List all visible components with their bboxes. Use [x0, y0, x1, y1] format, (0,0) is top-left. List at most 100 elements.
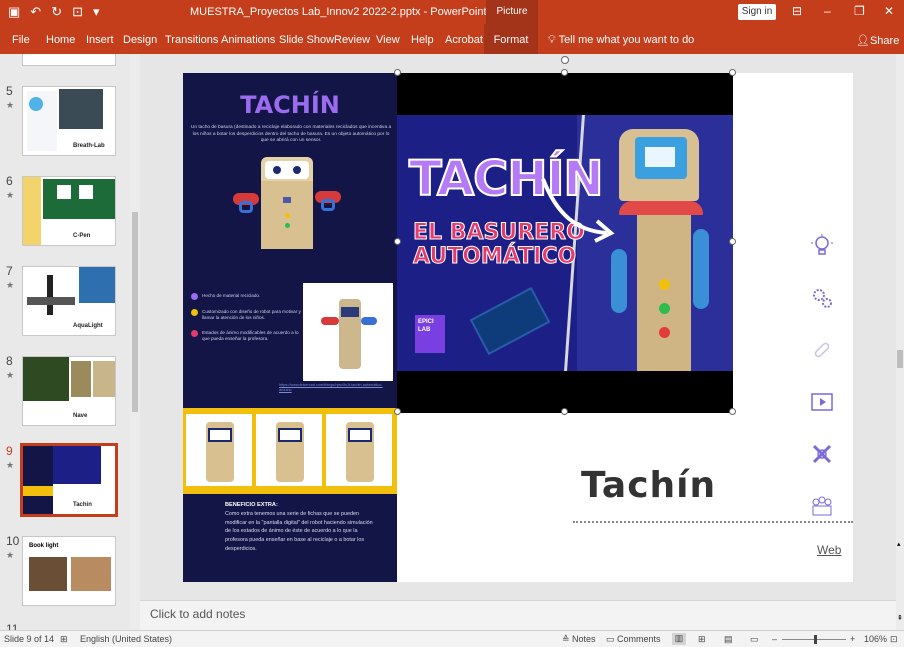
- resize-handle-e[interactable]: [729, 238, 736, 245]
- feature-list: Hecho de material reciclado. Customizado…: [191, 293, 301, 351]
- mood-card: [256, 414, 322, 486]
- editor-scrollbar[interactable]: ▴ ⇞: [896, 54, 904, 630]
- title-bar: ▣ ↶ ↻ ⊡ ▾ MUESTRA_Proyectos Lab_Innov2 2…: [0, 0, 904, 41]
- present-icon[interactable]: ⊡: [72, 4, 83, 20]
- undo-icon[interactable]: ↶: [30, 4, 41, 20]
- resize-handle-sw[interactable]: [394, 408, 401, 415]
- tab-home[interactable]: Home: [46, 34, 75, 46]
- fit-to-window-icon[interactable]: ⊡: [890, 634, 898, 645]
- rotate-handle[interactable]: [561, 56, 569, 64]
- slide-thumbnail-pane: 5 ★ Breath-Lab 6 ★ C-Pen 7 ★ AquaLight 8…: [0, 54, 140, 630]
- editor-scrollbar-thumb[interactable]: [897, 350, 903, 368]
- share-button[interactable]: 👤︎Share: [856, 34, 899, 47]
- mood-cards-strip: [183, 408, 397, 494]
- tab-file[interactable]: File: [12, 34, 30, 46]
- thumb-slide-6[interactable]: C-Pen: [22, 176, 116, 246]
- thumb-caption: Book light: [29, 543, 59, 549]
- restore-icon[interactable]: ❐: [854, 4, 865, 18]
- resize-handle-se[interactable]: [729, 408, 736, 415]
- notes-toggle[interactable]: ≙ Notes: [562, 634, 596, 645]
- redo-icon[interactable]: ↻: [51, 4, 62, 20]
- lightbulb-icon: 💡︎: [548, 34, 556, 46]
- minimize-icon[interactable]: –: [824, 4, 831, 18]
- thumb-number: 6: [6, 174, 13, 188]
- comments-toggle-label: Comments: [617, 634, 661, 644]
- feature-item: Customizado con diseño de robot para mot…: [191, 309, 301, 321]
- tab-insert[interactable]: Insert: [86, 34, 114, 46]
- ribbon-display-icon[interactable]: ⊟: [792, 4, 802, 18]
- tab-view[interactable]: View: [376, 34, 400, 46]
- thumb-slide-7[interactable]: AquaLight: [22, 266, 116, 336]
- thumbnail-scrollbar-thumb[interactable]: [132, 212, 138, 412]
- document-title: MUESTRA_Proyectos Lab_Innov2 2022-2.pptx…: [190, 6, 487, 18]
- selected-picture[interactable]: TACHÍN EL BASURERO AUTOMÁTICO EPICI LAB: [397, 73, 733, 413]
- comments-toggle[interactable]: ▭ Comments: [606, 634, 661, 645]
- resize-handle-n[interactable]: [561, 69, 568, 76]
- arduino-board: [469, 286, 551, 356]
- puzzle-icon: [812, 444, 832, 464]
- tell-me-box[interactable]: 💡︎ Tell me what you want to do: [548, 34, 694, 47]
- spellcheck-icon[interactable]: ⊞: [60, 634, 68, 645]
- thumb-slide-9-selected[interactable]: Tachin: [20, 443, 118, 517]
- benefit-title: BENEFICIO EXTRA:: [225, 502, 278, 508]
- normal-view-icon[interactable]: ▥: [672, 633, 686, 645]
- lightbulb-icon: [811, 234, 833, 255]
- customize-qat-icon[interactable]: ▾: [93, 4, 100, 20]
- resize-handle-ne[interactable]: [729, 69, 736, 76]
- status-bar: Slide 9 of 14 ⊞ English (United States) …: [0, 630, 904, 647]
- panel-description: Un tacho de basura (destinado a reciclaj…: [190, 125, 392, 143]
- feature-item: Hecho de material reciclado.: [191, 293, 301, 300]
- transition-star-icon: ★: [6, 460, 15, 470]
- thumb-slide-4-partial[interactable]: [22, 54, 116, 66]
- feature-text: Customizado con diseño de robot para mot…: [202, 309, 301, 320]
- tab-review[interactable]: Review: [334, 34, 370, 46]
- mood-card: [326, 414, 392, 486]
- robot-photo: [303, 283, 393, 381]
- close-icon[interactable]: ✕: [884, 4, 894, 18]
- feature-text: Hecho de material reciclado.: [202, 293, 261, 298]
- notes-pane[interactable]: Click to add notes: [140, 600, 896, 630]
- tab-design[interactable]: Design: [123, 34, 157, 46]
- tab-format[interactable]: Format: [484, 24, 538, 54]
- slide-sorter-icon[interactable]: ⊞: [698, 634, 706, 645]
- tab-help[interactable]: Help: [411, 34, 434, 46]
- tab-slide-show[interactable]: Slide Show: [279, 34, 334, 46]
- zoom-level[interactable]: 106%: [864, 634, 887, 644]
- prev-slide-icon[interactable]: ⇞: [897, 614, 903, 622]
- picture-tools-context: Picture Tools: [486, 0, 538, 41]
- resize-handle-s[interactable]: [561, 408, 568, 415]
- resize-handle-nw[interactable]: [394, 69, 401, 76]
- tab-animations[interactable]: Animations: [221, 34, 275, 46]
- thumb-number: 7: [6, 264, 13, 278]
- banner-logo: EPICI LAB: [415, 315, 445, 353]
- gears-icon: [813, 289, 832, 308]
- save-icon[interactable]: ▣: [8, 4, 20, 20]
- scroll-up-icon[interactable]: ▴: [897, 540, 901, 548]
- thumb-caption: Nave: [73, 413, 88, 419]
- sign-in-button[interactable]: Sign in: [738, 4, 776, 20]
- icon-column: [809, 233, 835, 545]
- benefit-body: Como extra tenemos una serie de fichas q…: [225, 510, 373, 552]
- project-link[interactable]: https://www.tinkercad.com/things/hjwx5s1…: [279, 383, 391, 393]
- panel-title: TACHÍN: [240, 91, 340, 119]
- web-link[interactable]: Web: [817, 543, 841, 557]
- slideshow-icon[interactable]: ▭: [750, 634, 759, 645]
- mood-card: [186, 414, 252, 486]
- thumb-slide-8[interactable]: Nave: [22, 356, 116, 426]
- zoom-out-icon[interactable]: –: [772, 634, 777, 644]
- zoom-in-icon[interactable]: +: [850, 634, 855, 644]
- reading-view-icon[interactable]: ▤: [724, 634, 733, 645]
- current-slide[interactable]: TACHÍN Un tacho de basura (destinado a r…: [183, 73, 853, 582]
- transition-star-icon: ★: [6, 550, 15, 560]
- thumb-caption: AquaLight: [73, 323, 103, 329]
- thumb-slide-5[interactable]: Breath-Lab: [22, 86, 116, 156]
- tab-acrobat[interactable]: Acrobat: [445, 34, 483, 46]
- thumb-slide-10[interactable]: Book light: [22, 536, 116, 606]
- thumb-number: 8: [6, 354, 13, 368]
- tab-transitions[interactable]: Transitions: [165, 34, 218, 46]
- zoom-slider-thumb[interactable]: [814, 635, 817, 644]
- language-indicator[interactable]: English (United States): [80, 634, 172, 644]
- notes-placeholder[interactable]: Click to add notes: [150, 607, 245, 621]
- thumbnail-scrollbar[interactable]: [130, 54, 140, 630]
- resize-handle-w[interactable]: [394, 238, 401, 245]
